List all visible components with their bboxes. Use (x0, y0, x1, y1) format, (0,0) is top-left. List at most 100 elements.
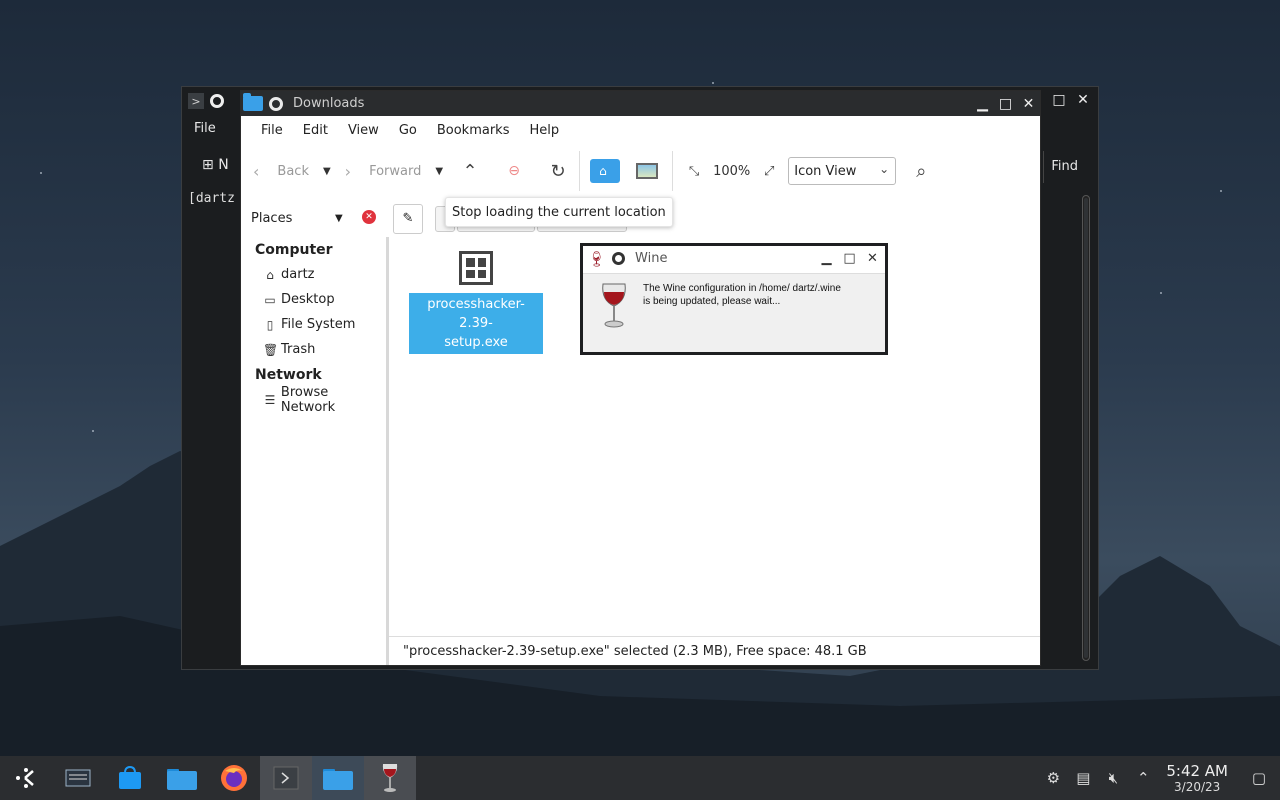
close-icon[interactable]: ✕ (1019, 94, 1038, 113)
drive-icon: ▯ (266, 317, 274, 332)
zoom-out-button[interactable]: ⤡ (681, 158, 707, 184)
star (1220, 190, 1222, 192)
stop-icon: ⊖ (508, 163, 520, 179)
sidebar-item-dartz[interactable]: ⌂ dartz (241, 262, 386, 287)
menu-view[interactable]: View (338, 123, 389, 138)
sidebar-group-computer: Computer (255, 241, 333, 258)
trash-icon: 🗑︎ (263, 342, 279, 357)
places-selector[interactable]: Places ▼ ✕ (241, 210, 387, 226)
home-folder-icon (590, 159, 621, 183)
clipboard-icon[interactable]: ▤ (1068, 756, 1098, 800)
star (1160, 292, 1162, 294)
chevron-down-icon: ▼ (335, 213, 343, 224)
status-bar: "processhacker-2.39-setup.exe" selected … (389, 636, 1040, 665)
maximize-icon[interactable]: □ (841, 250, 858, 267)
pin-icon[interactable] (269, 96, 283, 111)
desktop-icon: ▭ (264, 292, 276, 307)
edit-path-button[interactable]: ✎ (393, 203, 423, 234)
wine-title: Wine (635, 251, 668, 266)
new-tab-icon: ⊞ (202, 157, 214, 173)
pcmanfm-folder-icon (323, 769, 353, 790)
wine-icon: 🍷︎ (587, 249, 607, 268)
home-button[interactable] (588, 158, 622, 184)
stop-button[interactable]: ⊖ (501, 158, 527, 184)
pin-icon[interactable] (210, 94, 224, 108)
chevron-up-icon: ⌃ (462, 160, 478, 182)
home-icon: ⌂ (266, 267, 274, 282)
terminal-new-tab-button[interactable]: ⊞ N (202, 157, 229, 173)
desktop-icon (636, 163, 659, 179)
menu-go[interactable]: Go (389, 123, 427, 138)
task-manager-button[interactable] (52, 756, 104, 800)
close-icon[interactable]: ✕ (864, 250, 881, 267)
system-tray: ⚙ ▤ 🔇︎ ⌃ 5:42 AM 3/20/23 ▢ (1038, 756, 1280, 800)
search-icon: ⌕ (916, 160, 927, 182)
terminal-scrollbar[interactable] (1082, 195, 1090, 661)
close-icon[interactable]: ✕ (1074, 91, 1092, 109)
wine-button[interactable] (364, 756, 416, 800)
terminal-find-button[interactable]: Find (1051, 159, 1078, 174)
wine-dialog[interactable]: 🍷︎ Wine ▁ □ ✕ The Wine configuration in … (580, 243, 888, 355)
close-sidebar-icon[interactable]: ✕ (362, 210, 376, 224)
pin-icon[interactable] (612, 252, 626, 265)
up-button[interactable]: ⌃ (457, 158, 483, 184)
terminal-new-label: N (218, 157, 229, 173)
application-launcher[interactable] (0, 756, 52, 800)
konsole-button[interactable] (260, 756, 312, 800)
forward-button[interactable]: › Forward (345, 162, 422, 181)
sidebar-item-label: Browse Network (280, 384, 336, 415)
places-label: Places (251, 211, 293, 226)
zoom-in-button[interactable]: ⤢ (756, 158, 782, 184)
maximize-icon[interactable]: □ (1050, 91, 1068, 109)
menu-help[interactable]: Help (519, 123, 569, 138)
folder-icon (243, 93, 263, 111)
file-manager-titlebar[interactable]: Downloads ▁ □ ✕ (241, 91, 1040, 116)
show-desktop-icon[interactable]: ▢ (1244, 756, 1274, 800)
clock-time: 5:42 AM (1166, 762, 1228, 780)
minimize-icon[interactable]: ▁ (818, 250, 835, 267)
star (92, 430, 94, 432)
sidebar-item-label: File System (281, 317, 356, 332)
desktop-button[interactable] (630, 158, 664, 184)
pcmanfm-button[interactable] (312, 756, 364, 800)
search-button[interactable]: ⌕ (908, 158, 934, 184)
sidebar-item-desktop[interactable]: ▭ Desktop (241, 287, 386, 312)
maximize-icon[interactable]: □ (996, 94, 1015, 113)
back-button[interactable]: ‹ Back (253, 162, 309, 181)
sidebar-item-file-system[interactable]: ▯ File System (241, 312, 386, 337)
chevron-down-icon: ⌄ (879, 162, 890, 176)
file-name: processhacker-2.39- setup.exe (409, 293, 543, 354)
menu-edit[interactable]: Edit (293, 123, 338, 138)
volume-muted-icon[interactable]: 🔇︎ (1098, 756, 1128, 800)
sidebar-item-browse-network[interactable]: ☰ Browse Network (241, 384, 386, 415)
chevron-up-icon[interactable]: ⌃ (1128, 756, 1158, 800)
konsole-icon: > (188, 93, 204, 109)
window-title: Downloads (293, 96, 365, 111)
minimize-icon[interactable]: ▁ (973, 94, 992, 113)
clock[interactable]: 5:42 AM 3/20/23 (1166, 762, 1228, 794)
view-mode-select[interactable]: Icon View ⌄ (788, 157, 897, 185)
wine-message: The Wine configuration in /home/ dartz/.… (643, 283, 841, 307)
menu-bookmarks[interactable]: Bookmarks (427, 123, 520, 138)
reload-button[interactable]: ↻ (545, 158, 571, 184)
terminal-menu-file[interactable]: File (194, 121, 216, 136)
dolphin-button[interactable] (156, 756, 208, 800)
back-history-dropdown[interactable]: ▼ (323, 166, 331, 177)
toolbar: ‹ Back ▼ › Forward ▼ ⌃ ⊖ ↻ ⤡ 100% ⤢ Icon… (241, 144, 1040, 198)
firefox-button[interactable] (208, 756, 260, 800)
file-manager-window[interactable]: Downloads ▁ □ ✕ File Edit View Go Bookma… (240, 90, 1041, 666)
scrollbar-thumb[interactable] (1084, 198, 1088, 658)
discover-store-button[interactable] (104, 756, 156, 800)
file-item[interactable]: processhacker-2.39- setup.exe (409, 251, 543, 354)
sidebar-item-label: Desktop (281, 292, 335, 307)
chevron-left-icon: ‹ (253, 161, 260, 181)
forward-history-dropdown[interactable]: ▼ (435, 166, 443, 177)
network-status-icon[interactable]: ⚙ (1038, 756, 1068, 800)
wine-dialog-body: The Wine configuration in /home/ dartz/.… (583, 273, 885, 352)
menu-file[interactable]: File (251, 123, 293, 138)
divider (672, 151, 674, 191)
star (40, 172, 42, 174)
network-icon: ☰ (264, 392, 276, 407)
sidebar-item-trash[interactable]: 🗑︎ Trash (241, 337, 386, 362)
zoom-out-icon: ⤡ (688, 163, 700, 179)
